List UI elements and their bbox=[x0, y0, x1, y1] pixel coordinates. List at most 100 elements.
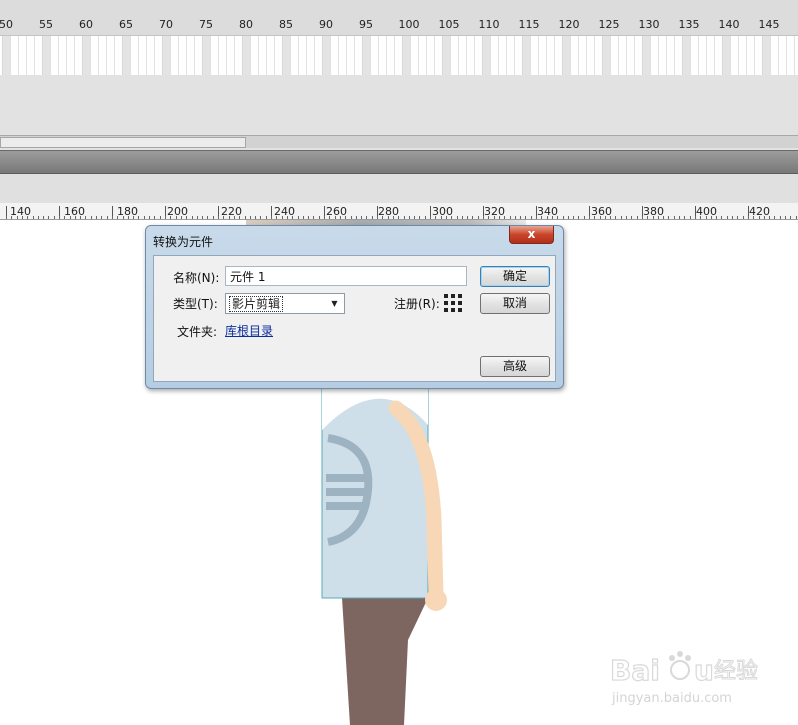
timeline-frame-cell[interactable] bbox=[378, 36, 382, 75]
timeline-frame-cell[interactable] bbox=[354, 36, 358, 75]
timeline-frame-cell[interactable] bbox=[458, 36, 462, 75]
timeline-frame-cell[interactable] bbox=[282, 36, 290, 75]
timeline-frame-cell[interactable] bbox=[130, 36, 134, 75]
timeline-frame-cell[interactable] bbox=[210, 36, 214, 75]
timeline-frame-cell[interactable] bbox=[154, 36, 158, 75]
timeline-frame-cell[interactable] bbox=[506, 36, 510, 75]
timeline-frame-cell[interactable] bbox=[634, 36, 638, 75]
timeline-frame-cell[interactable] bbox=[138, 36, 142, 75]
timeline-frame-cell[interactable] bbox=[386, 36, 390, 75]
registration-point[interactable] bbox=[451, 301, 455, 305]
timeline-frame-cell[interactable] bbox=[530, 36, 534, 75]
timeline-frame-cell[interactable] bbox=[674, 36, 678, 75]
timeline-frame-cell[interactable] bbox=[610, 36, 614, 75]
timeline-frame-cell[interactable] bbox=[730, 36, 734, 75]
timeline-frame-cell[interactable] bbox=[434, 36, 438, 75]
timeline-frame-cell[interactable] bbox=[266, 36, 270, 75]
timeline-frame-cell[interactable] bbox=[194, 36, 198, 75]
timeline-frame-cell[interactable] bbox=[58, 36, 62, 75]
timeline-frame-cell[interactable] bbox=[186, 36, 190, 75]
timeline-frame-cell[interactable] bbox=[114, 36, 118, 75]
timeline-frame-cell[interactable] bbox=[738, 36, 742, 75]
registration-point[interactable] bbox=[458, 308, 462, 312]
timeline-frame-cell[interactable] bbox=[34, 36, 38, 75]
timeline-frame-cell[interactable] bbox=[554, 36, 558, 75]
timeline-frame-cell[interactable] bbox=[346, 36, 350, 75]
timeline-frame-cell[interactable] bbox=[786, 36, 790, 75]
timeline-frame-cell[interactable] bbox=[218, 36, 222, 75]
timeline-frame-cell[interactable] bbox=[778, 36, 782, 75]
symbol-type-select[interactable]: 影片剪辑 ▼ bbox=[225, 293, 345, 314]
timeline-frame-cell[interactable] bbox=[98, 36, 102, 75]
timeline-frame-cell[interactable] bbox=[250, 36, 254, 75]
symbol-name-input[interactable] bbox=[225, 266, 467, 286]
timeline-frame-cell[interactable] bbox=[170, 36, 174, 75]
timeline-frame-cell[interactable] bbox=[418, 36, 422, 75]
timeline-frame-cell[interactable] bbox=[426, 36, 430, 75]
registration-point[interactable] bbox=[451, 308, 455, 312]
registration-grid[interactable] bbox=[444, 294, 462, 312]
timeline-frame-cell[interactable] bbox=[642, 36, 650, 75]
timeline-frame-cell[interactable] bbox=[714, 36, 718, 75]
timeline-frame-cell[interactable] bbox=[682, 36, 690, 75]
timeline-frame-cell[interactable] bbox=[578, 36, 582, 75]
timeline-frame-cell[interactable] bbox=[50, 36, 54, 75]
timeline-frame-cell[interactable] bbox=[290, 36, 294, 75]
timeline-frame-cell[interactable] bbox=[10, 36, 14, 75]
timeline-frame-cell[interactable] bbox=[82, 36, 90, 75]
timeline-frame-cell[interactable] bbox=[698, 36, 702, 75]
registration-point[interactable] bbox=[444, 294, 448, 298]
timeline-frame-cell[interactable] bbox=[178, 36, 182, 75]
timeline-frame-cell[interactable] bbox=[538, 36, 542, 75]
timeline-frame-grid[interactable] bbox=[0, 36, 798, 75]
timeline-frame-cell[interactable] bbox=[314, 36, 318, 75]
timeline-frame-cell[interactable] bbox=[570, 36, 574, 75]
timeline-frame-cell[interactable] bbox=[466, 36, 470, 75]
timeline-frame-cell[interactable] bbox=[618, 36, 622, 75]
timeline-frame-cell[interactable] bbox=[490, 36, 494, 75]
timeline-frame-cell[interactable] bbox=[338, 36, 342, 75]
timeline-frame-cell[interactable] bbox=[442, 36, 450, 75]
registration-point[interactable] bbox=[451, 294, 455, 298]
timeline-frame-cell[interactable] bbox=[162, 36, 170, 75]
timeline-frame-cell[interactable] bbox=[594, 36, 598, 75]
timeline-frame-cell[interactable] bbox=[74, 36, 78, 75]
timeline-frame-cell[interactable] bbox=[66, 36, 70, 75]
timeline-frame-cell[interactable] bbox=[362, 36, 370, 75]
timeline-frame-cell[interactable] bbox=[322, 36, 330, 75]
timeline-frame-cell[interactable] bbox=[234, 36, 238, 75]
timeline-frame-cell[interactable] bbox=[474, 36, 478, 75]
timeline-frame-cell[interactable] bbox=[794, 36, 798, 75]
timeline-frame-cell[interactable] bbox=[242, 36, 250, 75]
timeline-frame-cell[interactable] bbox=[42, 36, 50, 75]
timeline-frame-cell[interactable] bbox=[122, 36, 130, 75]
registration-point[interactable] bbox=[458, 301, 462, 305]
timeline-horizontal-scrollbar[interactable] bbox=[0, 135, 798, 148]
timeline-frame-cell[interactable] bbox=[626, 36, 630, 75]
timeline-frame-cell[interactable] bbox=[770, 36, 774, 75]
timeline-frame-cell[interactable] bbox=[690, 36, 694, 75]
timeline-frame-cell[interactable] bbox=[522, 36, 530, 75]
timeline-frame-cell[interactable] bbox=[26, 36, 30, 75]
timeline-frame-cell[interactable] bbox=[402, 36, 410, 75]
timeline-frame-cell[interactable] bbox=[202, 36, 210, 75]
cancel-button[interactable]: 取消 bbox=[480, 293, 550, 314]
timeline-frame-cell[interactable] bbox=[706, 36, 710, 75]
timeline-frame-cell[interactable] bbox=[498, 36, 502, 75]
timeline-frame-cell[interactable] bbox=[370, 36, 374, 75]
timeline-frame-cell[interactable] bbox=[274, 36, 278, 75]
timeline-frame-cell[interactable] bbox=[306, 36, 310, 75]
dropdown-arrow-icon[interactable]: ▼ bbox=[327, 296, 342, 311]
timeline-frame-cell[interactable] bbox=[18, 36, 22, 75]
library-root-link[interactable]: 库根目录 bbox=[225, 322, 273, 339]
timeline-frame-ruler[interactable]: 50 55 60 65 70 75 80 85 90 95 100 105 11… bbox=[0, 0, 798, 36]
registration-point[interactable] bbox=[444, 301, 448, 305]
timeline-frame-cell[interactable] bbox=[258, 36, 262, 75]
timeline-frame-cell[interactable] bbox=[2, 36, 10, 75]
timeline-frame-cell[interactable] bbox=[650, 36, 654, 75]
timeline-frame-cell[interactable] bbox=[106, 36, 110, 75]
timeline-frame-cell[interactable] bbox=[146, 36, 150, 75]
ok-button[interactable]: 确定 bbox=[480, 266, 550, 287]
timeline-frame-cell[interactable] bbox=[546, 36, 550, 75]
timeline-frame-cell[interactable] bbox=[514, 36, 518, 75]
